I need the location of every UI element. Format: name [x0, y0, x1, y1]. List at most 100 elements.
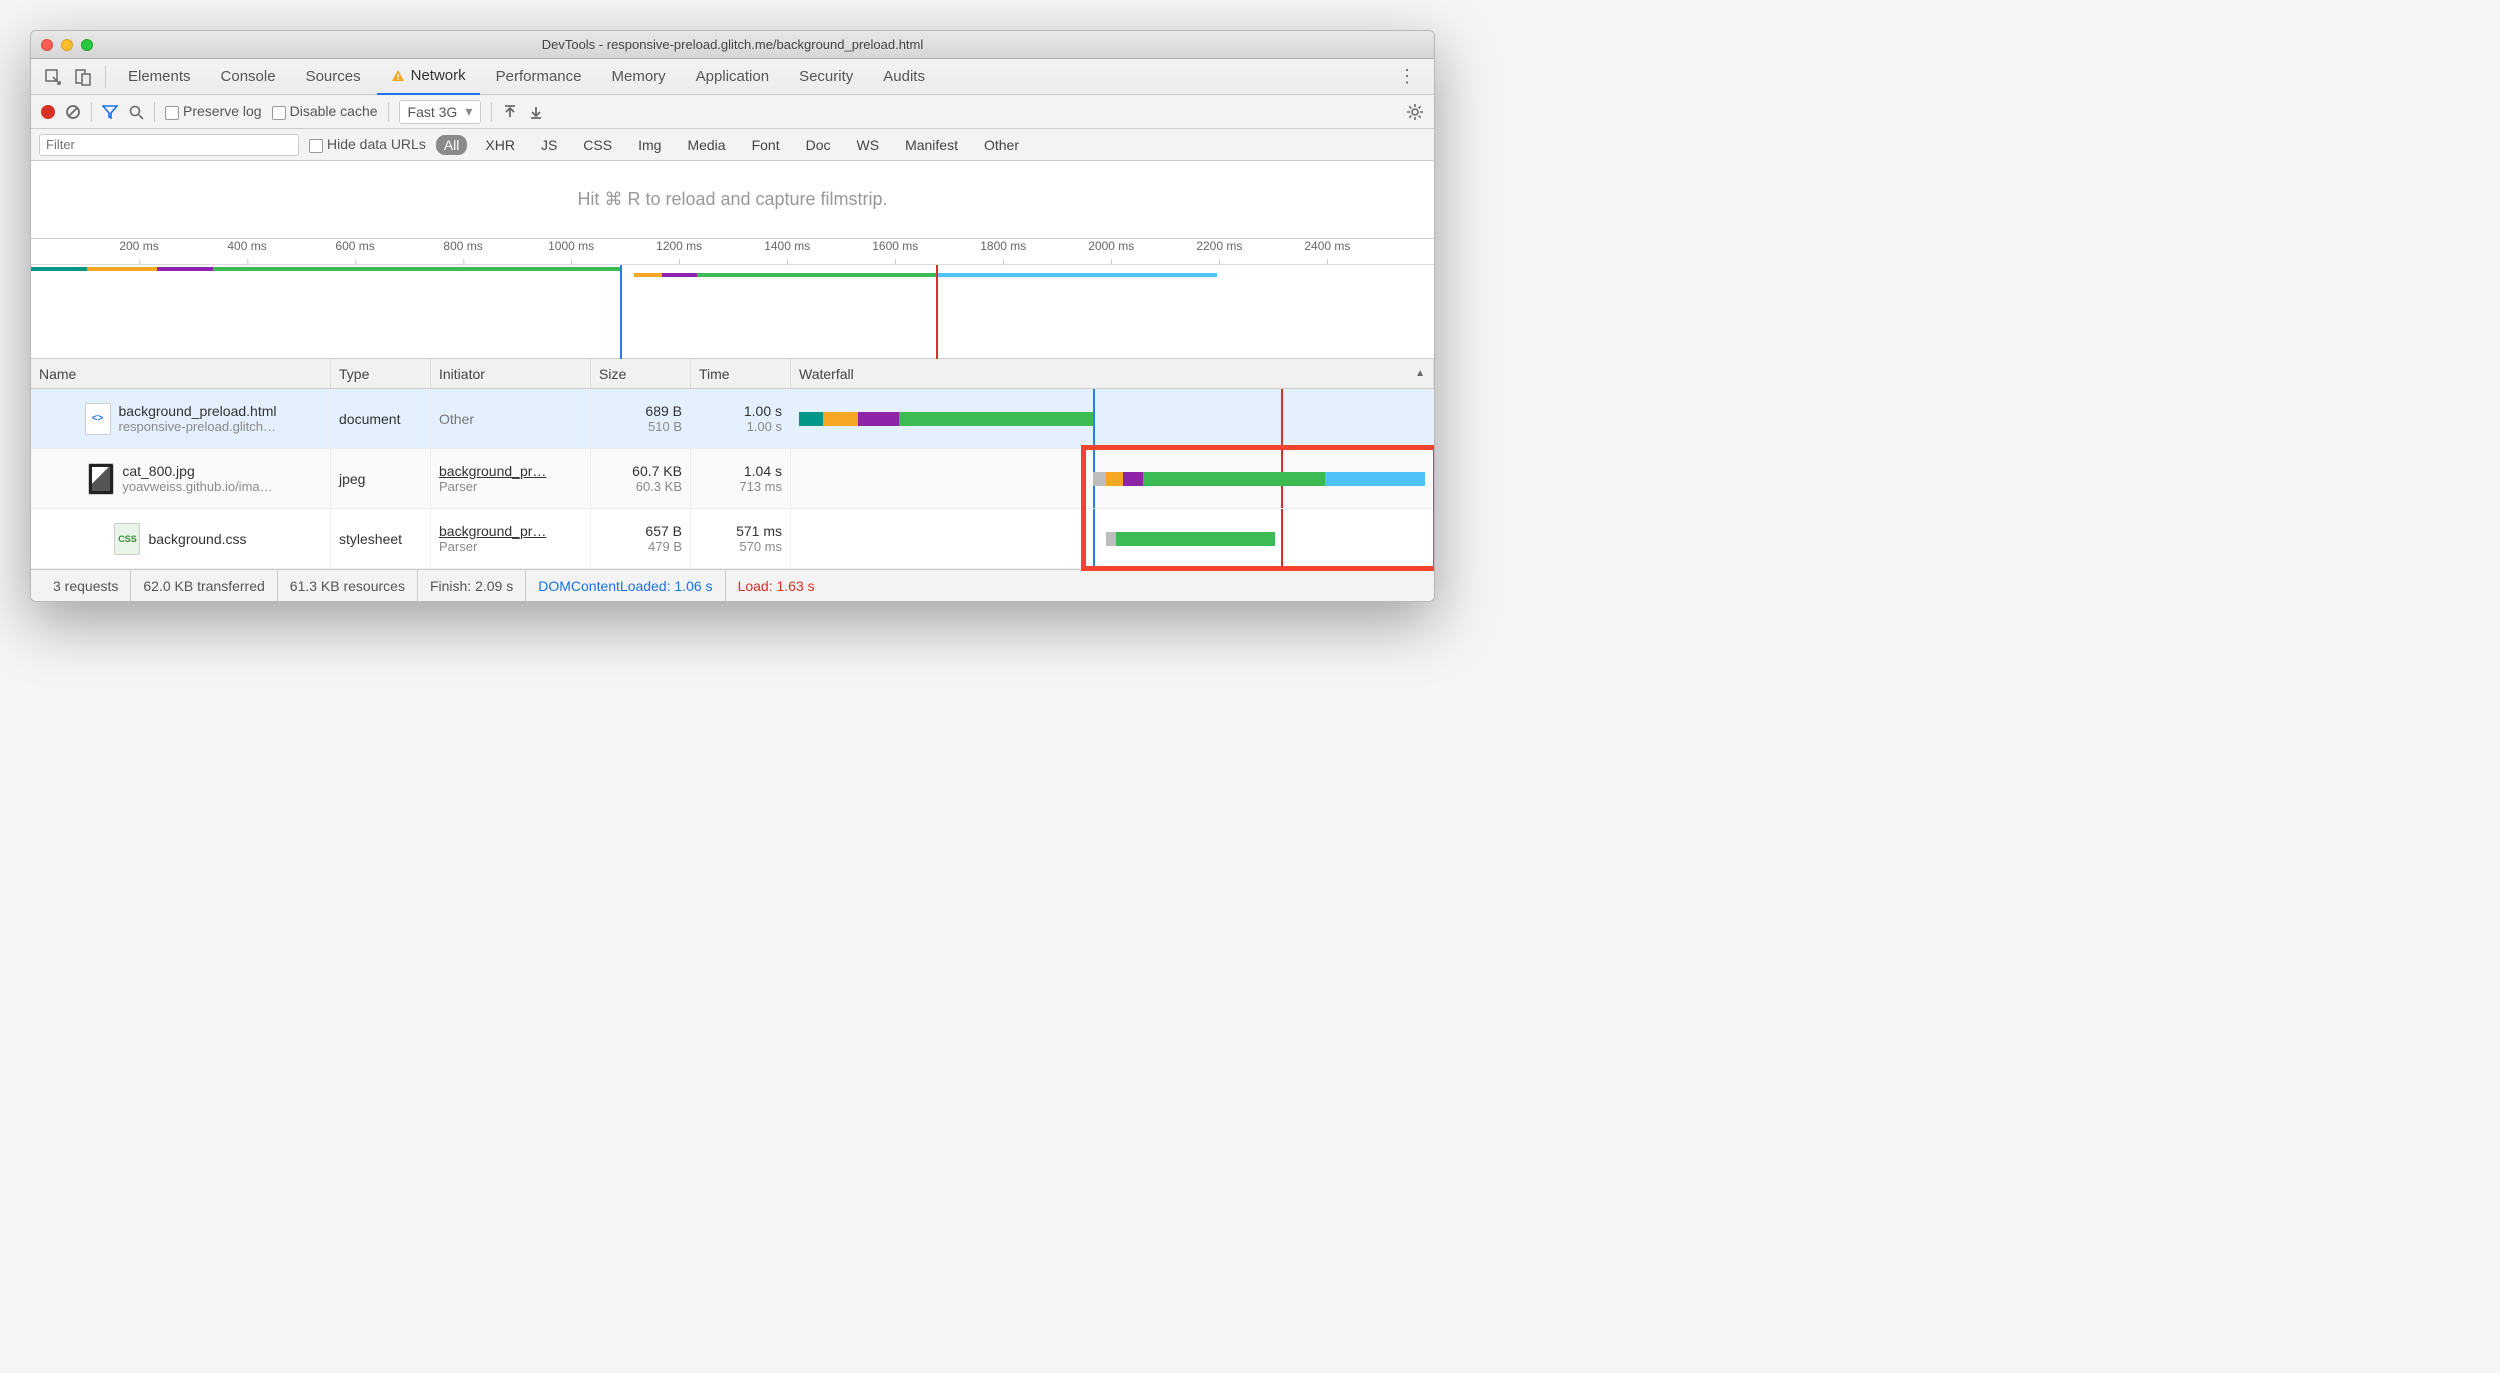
tab-elements[interactable]: Elements: [114, 59, 205, 95]
separator: [388, 102, 389, 122]
filmstrip-placeholder: Hit ⌘ R to reload and capture filmstrip.: [31, 161, 1434, 239]
type-filter-media[interactable]: Media: [679, 135, 733, 155]
status-finish: Finish: 2.09 s: [418, 570, 526, 601]
status-requests: 3 requests: [41, 570, 131, 601]
separator: [105, 66, 106, 88]
status-load: Load: 1.63 s: [726, 570, 827, 601]
type-filter-all[interactable]: All: [436, 135, 468, 155]
request-size: 60.7 KB: [632, 463, 682, 479]
status-bar: 3 requests 62.0 KB transferred 61.3 KB r…: [31, 569, 1434, 601]
warning-icon: [391, 69, 405, 83]
tab-audits[interactable]: Audits: [869, 59, 939, 95]
sort-indicator-icon: ▲: [1415, 368, 1425, 379]
request-size: 657 B: [645, 523, 682, 539]
request-size-sub: 479 B: [648, 539, 682, 554]
tab-memory[interactable]: Memory: [598, 59, 680, 95]
tab-network-label: Network: [411, 67, 466, 84]
upload-har-icon[interactable]: [502, 104, 518, 120]
download-har-icon[interactable]: [528, 104, 544, 120]
throttling-select[interactable]: Fast 3G ▾: [399, 100, 482, 124]
request-type: stylesheet: [331, 509, 431, 568]
separator: [491, 102, 492, 122]
col-size[interactable]: Size: [591, 359, 691, 388]
hide-data-urls-checkbox[interactable]: Hide data URLs: [309, 136, 426, 152]
tab-network[interactable]: Network: [377, 59, 480, 95]
col-type[interactable]: Type: [331, 359, 431, 388]
preserve-log-checkbox[interactable]: Preserve log: [165, 103, 262, 119]
column-headers: Name Type Initiator Size Time Waterfall …: [31, 359, 1434, 389]
tab-application[interactable]: Application: [682, 59, 783, 95]
overview-ruler: 200 ms 400 ms 600 ms 800 ms 1000 ms 1200…: [31, 239, 1434, 265]
type-filter-ws[interactable]: WS: [849, 135, 888, 155]
type-filter-other[interactable]: Other: [976, 135, 1027, 155]
window-title: DevTools - responsive-preload.glitch.me/…: [31, 37, 1434, 52]
request-initiator-sub: Parser: [439, 479, 582, 494]
disable-cache-checkbox[interactable]: Disable cache: [272, 103, 378, 119]
filter-toggle-icon[interactable]: [102, 104, 118, 120]
request-size-sub: 510 B: [648, 419, 682, 434]
type-filter-css[interactable]: CSS: [575, 135, 620, 155]
separator: [91, 102, 92, 122]
tab-sources[interactable]: Sources: [292, 59, 375, 95]
request-initiator-sub: Parser: [439, 539, 582, 554]
request-initiator[interactable]: background_pr…: [439, 463, 582, 479]
record-button[interactable]: [41, 105, 55, 119]
inspect-icon[interactable]: [39, 63, 67, 91]
waterfall-cell: [791, 389, 1434, 448]
type-filter-font[interactable]: Font: [744, 135, 788, 155]
request-name: background.css: [148, 531, 246, 547]
type-filter-xhr[interactable]: XHR: [477, 135, 523, 155]
filter-bar: Hide data URLs All XHR JS CSS Img Media …: [31, 129, 1434, 161]
request-row[interactable]: <> background_preload.html responsive-pr…: [31, 389, 1434, 449]
request-time-sub: 570 ms: [739, 539, 782, 554]
panel-tabs: Elements Console Sources Network Perform…: [31, 59, 1434, 95]
request-size-sub: 60.3 KB: [636, 479, 682, 494]
type-filter-img[interactable]: Img: [630, 135, 669, 155]
tab-security[interactable]: Security: [785, 59, 867, 95]
request-time: 571 ms: [736, 523, 782, 539]
filter-input[interactable]: [39, 134, 299, 156]
overview-timeline[interactable]: 200 ms 400 ms 600 ms 800 ms 1000 ms 1200…: [31, 239, 1434, 359]
request-domain: responsive-preload.glitch…: [119, 419, 277, 434]
waterfall-cell: [791, 509, 1434, 568]
settings-icon[interactable]: [1406, 103, 1424, 121]
request-time-sub: 1.00 s: [747, 419, 782, 434]
status-transferred: 62.0 KB transferred: [131, 570, 277, 601]
request-name: background_preload.html: [119, 403, 277, 419]
more-menu-icon[interactable]: ⋮: [1388, 66, 1426, 87]
request-initiator[interactable]: background_pr…: [439, 523, 582, 539]
search-icon[interactable]: [128, 104, 144, 120]
status-resources: 61.3 KB resources: [278, 570, 418, 601]
request-type: jpeg: [331, 449, 431, 508]
tab-performance[interactable]: Performance: [482, 59, 596, 95]
file-icon: [88, 463, 114, 495]
request-domain: yoavweiss.github.io/ima…: [122, 479, 272, 494]
clear-icon[interactable]: [65, 104, 81, 120]
separator: [154, 102, 155, 122]
request-time-sub: 713 ms: [739, 479, 782, 494]
overview-body: [31, 265, 1434, 359]
tab-console[interactable]: Console: [207, 59, 290, 95]
type-filter-manifest[interactable]: Manifest: [897, 135, 966, 155]
waterfall-cell: [791, 449, 1434, 508]
chevron-down-icon: ▾: [465, 103, 472, 120]
request-type: document: [331, 389, 431, 448]
request-row[interactable]: CSS background.css stylesheet background…: [31, 509, 1434, 569]
col-waterfall[interactable]: Waterfall ▲: [791, 359, 1434, 388]
type-filter-js[interactable]: JS: [533, 135, 565, 155]
file-icon: <>: [85, 403, 111, 435]
col-name[interactable]: Name: [31, 359, 331, 388]
col-initiator[interactable]: Initiator: [431, 359, 591, 388]
request-size: 689 B: [645, 403, 682, 419]
type-filter-doc[interactable]: Doc: [798, 135, 839, 155]
request-initiator: Other: [439, 411, 582, 427]
request-row[interactable]: cat_800.jpg yoavweiss.github.io/ima… jpe…: [31, 449, 1434, 509]
network-toolbar: Preserve log Disable cache Fast 3G ▾: [31, 95, 1434, 129]
request-time: 1.04 s: [744, 463, 782, 479]
request-time: 1.00 s: [744, 403, 782, 419]
device-toggle-icon[interactable]: [69, 63, 97, 91]
status-domcontentloaded: DOMContentLoaded: 1.06 s: [526, 570, 725, 601]
col-time[interactable]: Time: [691, 359, 791, 388]
request-table-body: <> background_preload.html responsive-pr…: [31, 389, 1434, 569]
titlebar: DevTools - responsive-preload.glitch.me/…: [31, 31, 1434, 59]
